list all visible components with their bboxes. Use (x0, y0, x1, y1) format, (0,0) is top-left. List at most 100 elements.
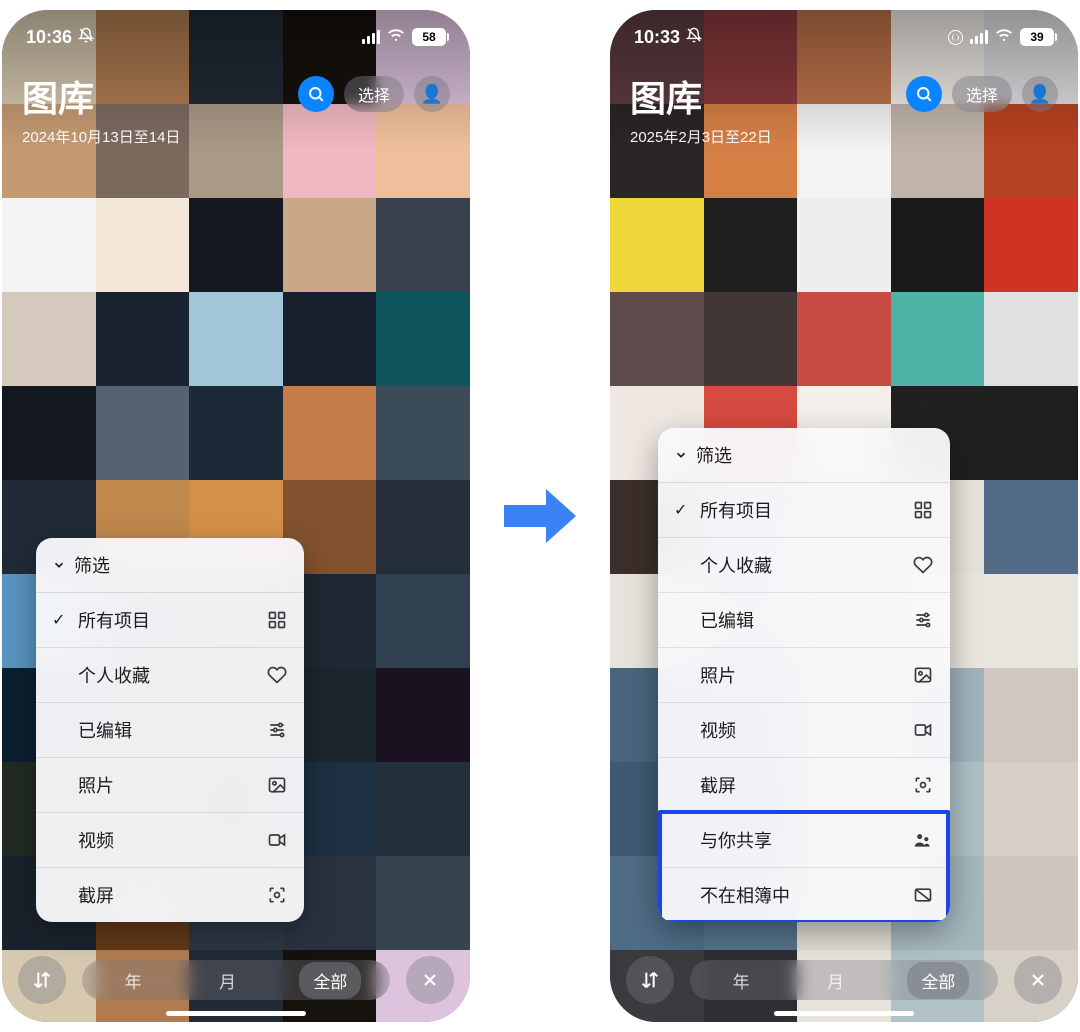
filter-item-capture[interactable]: 截屏 (36, 867, 304, 922)
photo-thumbnail[interactable] (376, 386, 470, 480)
filter-item-sliders[interactable]: 已编辑 (36, 702, 304, 757)
filter-item-capture[interactable]: 截屏 (658, 757, 950, 812)
close-button[interactable] (1014, 956, 1062, 1004)
photo-thumbnail[interactable] (704, 198, 798, 292)
cellular-icon (970, 30, 988, 44)
filter-item-grid[interactable]: ✓所有项目 (36, 593, 304, 647)
filter-item-video[interactable]: 视频 (658, 702, 950, 757)
photo-thumbnail[interactable] (797, 292, 891, 386)
photo-thumbnail[interactable] (2, 386, 96, 480)
filter-item-heart[interactable]: 个人收藏 (658, 537, 950, 592)
filter-item-grid[interactable]: ✓所有项目 (658, 483, 950, 537)
filter-item-heart[interactable]: 个人收藏 (36, 647, 304, 702)
photo-thumbnail[interactable] (704, 292, 798, 386)
photo-thumbnail[interactable] (610, 198, 704, 292)
segment-all[interactable]: 全部 (907, 962, 969, 999)
filter-item-label: 截屏 (700, 772, 736, 798)
photo-thumbnail[interactable] (283, 198, 377, 292)
search-button[interactable] (906, 76, 942, 112)
photo-thumbnail[interactable] (891, 292, 985, 386)
photo-thumbnail[interactable] (376, 668, 470, 762)
filter-item-sliders[interactable]: 已编辑 (658, 592, 950, 647)
segment-month[interactable]: 月 (813, 962, 858, 999)
page-title: 图库 (630, 70, 772, 122)
bottom-toolbar: 年 月 全部 (610, 956, 1078, 1004)
photo-thumbnail[interactable] (376, 198, 470, 292)
filter-item-shared[interactable]: 与你共享 (658, 812, 950, 867)
grid-icon (266, 610, 288, 630)
photo-thumbnail[interactable] (376, 292, 470, 386)
search-button[interactable] (298, 76, 334, 112)
photo-thumbnail[interactable] (376, 856, 470, 950)
filter-item-label: 视频 (700, 717, 736, 743)
arrow-icon (500, 481, 580, 551)
profile-avatar[interactable]: 👤 (414, 76, 450, 112)
filter-menu: 筛选 ✓所有项目个人收藏已编辑照片视频截屏与你共享不在相簿中 (658, 428, 950, 922)
photo-thumbnail[interactable] (984, 856, 1078, 950)
capture-icon (266, 885, 288, 905)
photo-thumbnail[interactable] (283, 292, 377, 386)
filter-item-label: 视频 (78, 827, 114, 853)
filter-item-label: 已编辑 (700, 607, 754, 633)
shared-icon (912, 830, 934, 850)
select-button[interactable]: 选择 (344, 76, 404, 112)
close-button[interactable] (406, 956, 454, 1004)
chevron-down-icon (52, 558, 66, 572)
photo-thumbnail[interactable] (376, 762, 470, 856)
photo-thumbnail[interactable] (376, 480, 470, 574)
home-indicator[interactable] (166, 1011, 306, 1016)
filter-header[interactable]: 筛选 (36, 538, 304, 593)
photo-thumbnail[interactable] (96, 386, 190, 480)
photo-thumbnail[interactable] (96, 198, 190, 292)
sliders-icon (912, 610, 934, 630)
filter-item-video[interactable]: 视频 (36, 812, 304, 867)
photo-thumbnail[interactable] (984, 762, 1078, 856)
filter-item-label: 个人收藏 (78, 662, 150, 688)
home-indicator[interactable] (774, 1011, 914, 1016)
photo-thumbnail[interactable] (984, 386, 1078, 480)
sort-button[interactable] (626, 956, 674, 1004)
status-time: 10:36 (26, 27, 72, 48)
photo-thumbnail[interactable] (283, 386, 377, 480)
photo-thumbnail[interactable] (984, 480, 1078, 574)
filter-item-label: 照片 (78, 772, 114, 798)
photo-thumbnail[interactable] (376, 574, 470, 668)
library-header: 图库 2024年10月13日至14日 选择 👤 (2, 70, 470, 147)
heart-icon (266, 665, 288, 685)
segment-year[interactable]: 年 (719, 962, 764, 999)
filter-item-image[interactable]: 照片 (658, 647, 950, 702)
wifi-icon (387, 26, 405, 49)
photo-thumbnail[interactable] (96, 292, 190, 386)
filter-item-image[interactable]: 照片 (36, 757, 304, 812)
zoom-segment[interactable]: 年 月 全部 (690, 960, 998, 1000)
photo-thumbnail[interactable] (189, 386, 283, 480)
photo-thumbnail[interactable] (189, 198, 283, 292)
battery-icon: 39 (1020, 28, 1054, 46)
photo-thumbnail[interactable] (610, 292, 704, 386)
photo-thumbnail[interactable] (984, 574, 1078, 668)
filter-title: 筛选 (74, 552, 110, 578)
zoom-segment[interactable]: 年 月 全部 (82, 960, 390, 1000)
filter-header[interactable]: 筛选 (658, 428, 950, 483)
sort-button[interactable] (18, 956, 66, 1004)
photo-thumbnail[interactable] (984, 292, 1078, 386)
check-icon: ✓ (674, 500, 687, 520)
segment-month[interactable]: 月 (205, 962, 250, 999)
photo-thumbnail[interactable] (2, 292, 96, 386)
segment-all[interactable]: 全部 (299, 962, 361, 999)
image-icon (266, 775, 288, 795)
date-range: 2025年2月3日至22日 (630, 126, 772, 147)
select-button[interactable]: 选择 (952, 76, 1012, 112)
filter-item-label: 不在相簿中 (700, 882, 790, 908)
photo-thumbnail[interactable] (891, 198, 985, 292)
filter-item-noalbum[interactable]: 不在相簿中 (658, 867, 950, 922)
photo-thumbnail[interactable] (984, 198, 1078, 292)
photo-thumbnail[interactable] (797, 198, 891, 292)
photo-thumbnail[interactable] (2, 198, 96, 292)
check-icon: ✓ (52, 610, 65, 630)
photo-thumbnail[interactable] (984, 668, 1078, 762)
segment-year[interactable]: 年 (111, 962, 156, 999)
capture-icon (912, 775, 934, 795)
profile-avatar[interactable]: 👤 (1022, 76, 1058, 112)
photo-thumbnail[interactable] (189, 292, 283, 386)
